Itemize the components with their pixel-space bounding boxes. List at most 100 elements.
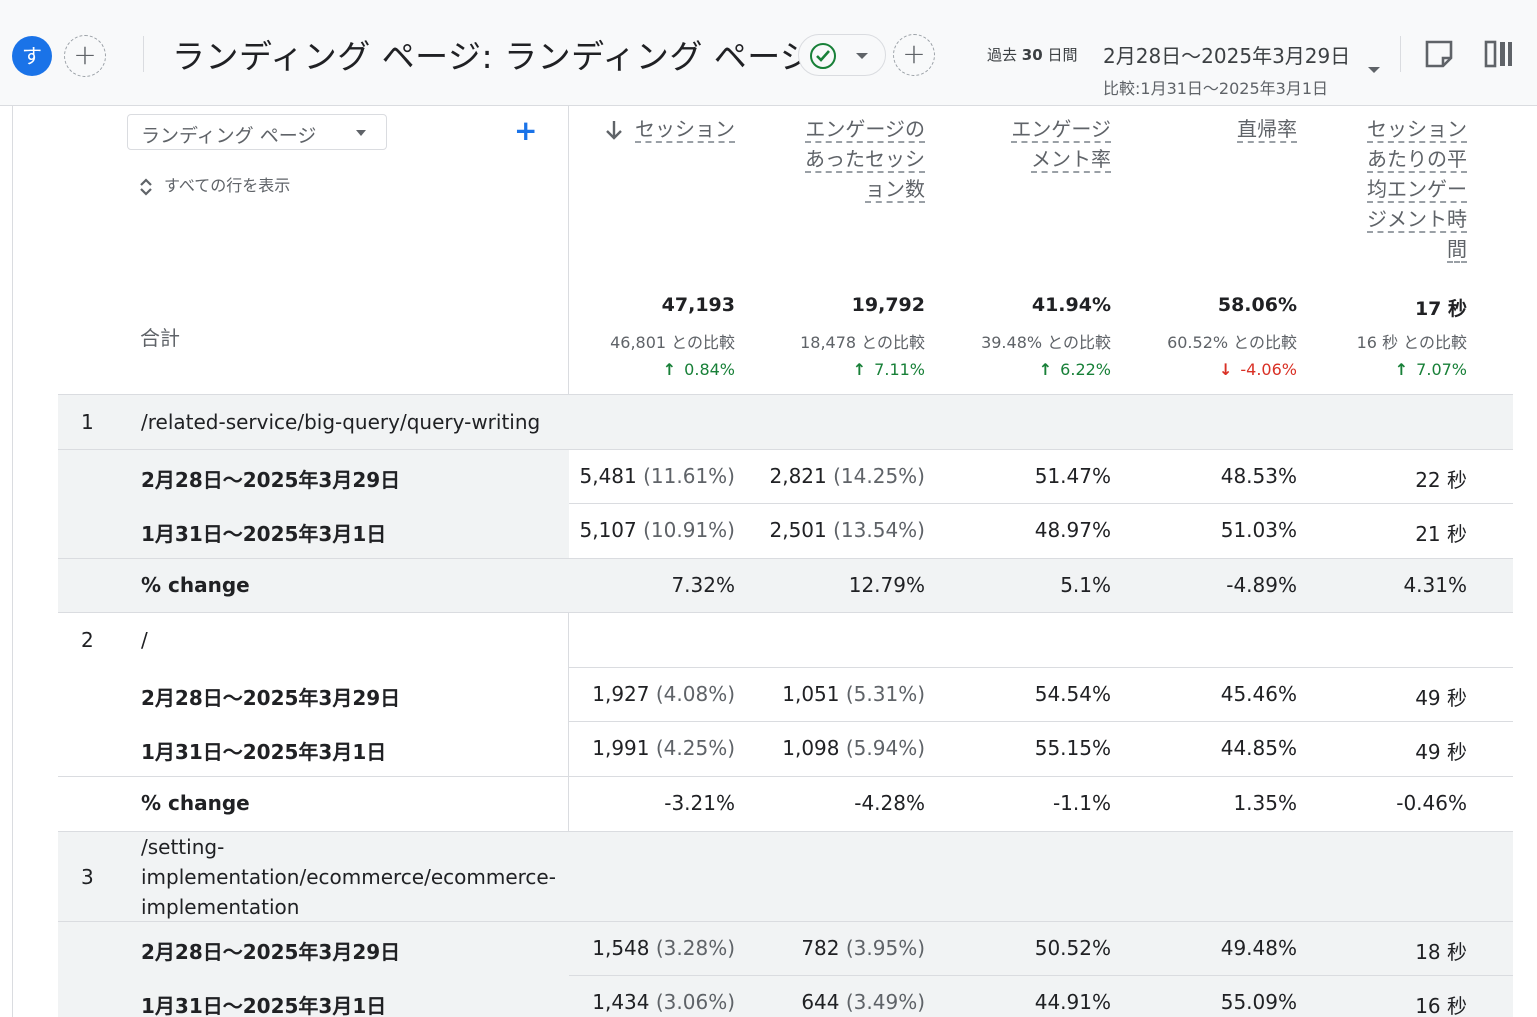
metric-value: 54.54% — [1034, 682, 1111, 706]
total-compare: 39.48% との比較 — [981, 333, 1111, 352]
metric-cell: 55.09% — [1137, 990, 1297, 1014]
show-all-rows-toggle[interactable]: すべての行を表示 — [138, 172, 290, 198]
metric-share: (3.49%) — [839, 990, 925, 1014]
metric-cell: 7.32% — [555, 573, 735, 597]
metric-cell: 2,821 (14.25%) — [745, 464, 926, 488]
metric-share: (10.91%) — [636, 518, 735, 542]
metric-value: 5,107 — [579, 518, 637, 542]
metric-value: 50.52% — [1034, 936, 1111, 960]
total-compare: 60.52% との比較 — [1167, 333, 1297, 352]
totals-label: 合計 — [140, 326, 180, 350]
metric-cell: 12.79% — [745, 573, 925, 597]
metric-value: 12.79% — [848, 573, 925, 597]
landing-page-path-line: implementation — [141, 895, 300, 919]
period-suffix: 日間 — [1047, 46, 1078, 64]
column-header-line: セッション — [1340, 114, 1467, 144]
arrow-up-icon: ↑ — [662, 360, 677, 379]
column-header-text: 直帰率 — [1237, 117, 1297, 143]
metric-value: 5.1% — [1060, 573, 1111, 597]
column-header-engagement-rate[interactable]: エンゲージメント率 — [980, 114, 1111, 174]
column-header-line: メント率 — [980, 144, 1111, 174]
date-range-label: 2月28日〜2025年3月29日 — [141, 940, 401, 964]
metric-cell: -1.1% — [951, 791, 1111, 815]
arrow-up-icon: ↑ — [1394, 360, 1409, 379]
arrow-up-icon: ↑ — [852, 360, 867, 379]
metric-share: (4.25%) — [649, 736, 735, 760]
metric-value: 1,991 — [592, 736, 650, 760]
total-change: ↓ -4.06% — [1137, 360, 1297, 379]
metric-cell: 50.52% — [951, 936, 1111, 960]
row-divider — [569, 721, 1513, 722]
user-avatar[interactable]: す — [12, 36, 52, 76]
metric-cell: 1.35% — [1137, 791, 1297, 815]
column-header-bounce-rate[interactable]: 直帰率 — [1200, 114, 1297, 144]
column-header-text: ジメント時 — [1367, 207, 1467, 233]
metric-cell: 49 秒 — [1307, 682, 1467, 711]
row-rank: 2 — [81, 628, 94, 652]
percent-change-label: % change — [141, 573, 250, 597]
total-change: ↑ 7.07% — [1307, 360, 1467, 379]
row-divider — [569, 667, 1513, 668]
dimension-select[interactable]: ランディング ページ — [127, 114, 387, 150]
compare-date-range[interactable]: 比較:1月31日〜2025年3月1日 — [1103, 75, 1328, 99]
row-divider — [58, 558, 1513, 559]
arrow-down-icon: ↓ — [1218, 360, 1233, 379]
metric-cell: 22 秒 — [1307, 464, 1467, 493]
column-header-avg-engagement-time[interactable]: セッション あたりの平 均エンゲー ジメント時間 — [1340, 114, 1467, 264]
column-header-text: 間 — [1447, 237, 1467, 263]
metric-cell: 782 (3.95%) — [745, 936, 925, 960]
report-status-dropdown[interactable] — [798, 34, 886, 76]
metric-cell: -3.21% — [555, 791, 735, 815]
metric-value: -4.28% — [854, 791, 925, 815]
landing-page-path-line: /setting- — [141, 835, 225, 859]
metric-value: 1,051 — [782, 682, 840, 706]
percent-change-label: % change — [141, 791, 250, 815]
column-header-line: エンゲージ — [980, 114, 1111, 144]
report-title: ランディング ページ: ランディング ページ — [172, 37, 814, 76]
content-left-border — [12, 106, 13, 1017]
row-divider — [58, 449, 1513, 450]
column-header-line: 間 — [1340, 234, 1467, 264]
total-change-value: 6.22% — [1060, 360, 1111, 379]
column-header-sessions[interactable]: セッション — [620, 114, 735, 144]
date-dropdown-icon[interactable] — [1368, 67, 1380, 73]
metric-cell: 1,098 (5.94%) — [745, 736, 925, 760]
total-change: ↑ 0.84% — [555, 360, 735, 379]
column-header-text: エンゲージの — [805, 117, 925, 143]
total-value: 19,792 — [851, 294, 925, 316]
metric-cell: 49.48% — [1137, 936, 1297, 960]
landing-page-path[interactable]: /related-service/big-query/query-writing — [141, 407, 540, 437]
add-dimension-button[interactable]: + — [514, 114, 537, 148]
landing-page-path[interactable]: /setting-implementation/ecommerce/ecomme… — [141, 832, 556, 922]
compare-columns-icon[interactable] — [1483, 38, 1515, 70]
total-value: 41.94% — [1031, 294, 1111, 316]
metric-value: 21 秒 — [1415, 522, 1467, 546]
add-filter-button[interactable]: + — [893, 34, 935, 76]
metric-value: 1,548 — [592, 936, 650, 960]
metric-value: 2,501 — [769, 518, 827, 542]
metric-cell: 16 秒 — [1307, 990, 1467, 1017]
column-header-line: あたりの平 — [1340, 144, 1467, 174]
metric-cell: 1,434 (3.06%) — [555, 990, 735, 1014]
metric-cell: 5,107 (10.91%) — [555, 518, 736, 542]
landing-page-path[interactable]: / — [141, 625, 148, 655]
column-header-text: あたりの平 — [1367, 147, 1467, 173]
column-header-engaged-sessions[interactable]: エンゲージの あったセッシ ョン数 — [780, 114, 925, 204]
date-range-picker[interactable]: 2月28日〜2025年3月29日 — [1103, 40, 1350, 69]
metric-share: (14.25%) — [826, 464, 925, 488]
metric-share: (3.06%) — [649, 990, 735, 1014]
metric-cell: 21 秒 — [1307, 518, 1467, 547]
metric-cell: 1,927 (4.08%) — [555, 682, 735, 706]
metric-cell: 5,481 (11.61%) — [555, 464, 736, 488]
add-comparison-button[interactable]: + — [64, 35, 106, 77]
row-divider — [569, 975, 1513, 976]
insights-note-icon[interactable] — [1423, 38, 1455, 70]
metric-value: 55.09% — [1220, 990, 1297, 1014]
metric-value: 4.31% — [1403, 573, 1467, 597]
metric-value: 7.32% — [671, 573, 735, 597]
metric-cell: 4.31% — [1307, 573, 1467, 597]
metric-value: 45.46% — [1220, 682, 1297, 706]
column-header-text: メント率 — [1031, 147, 1111, 173]
column-header-line: あったセッシ — [780, 144, 925, 174]
column-header-text: あったセッシ — [805, 147, 925, 173]
